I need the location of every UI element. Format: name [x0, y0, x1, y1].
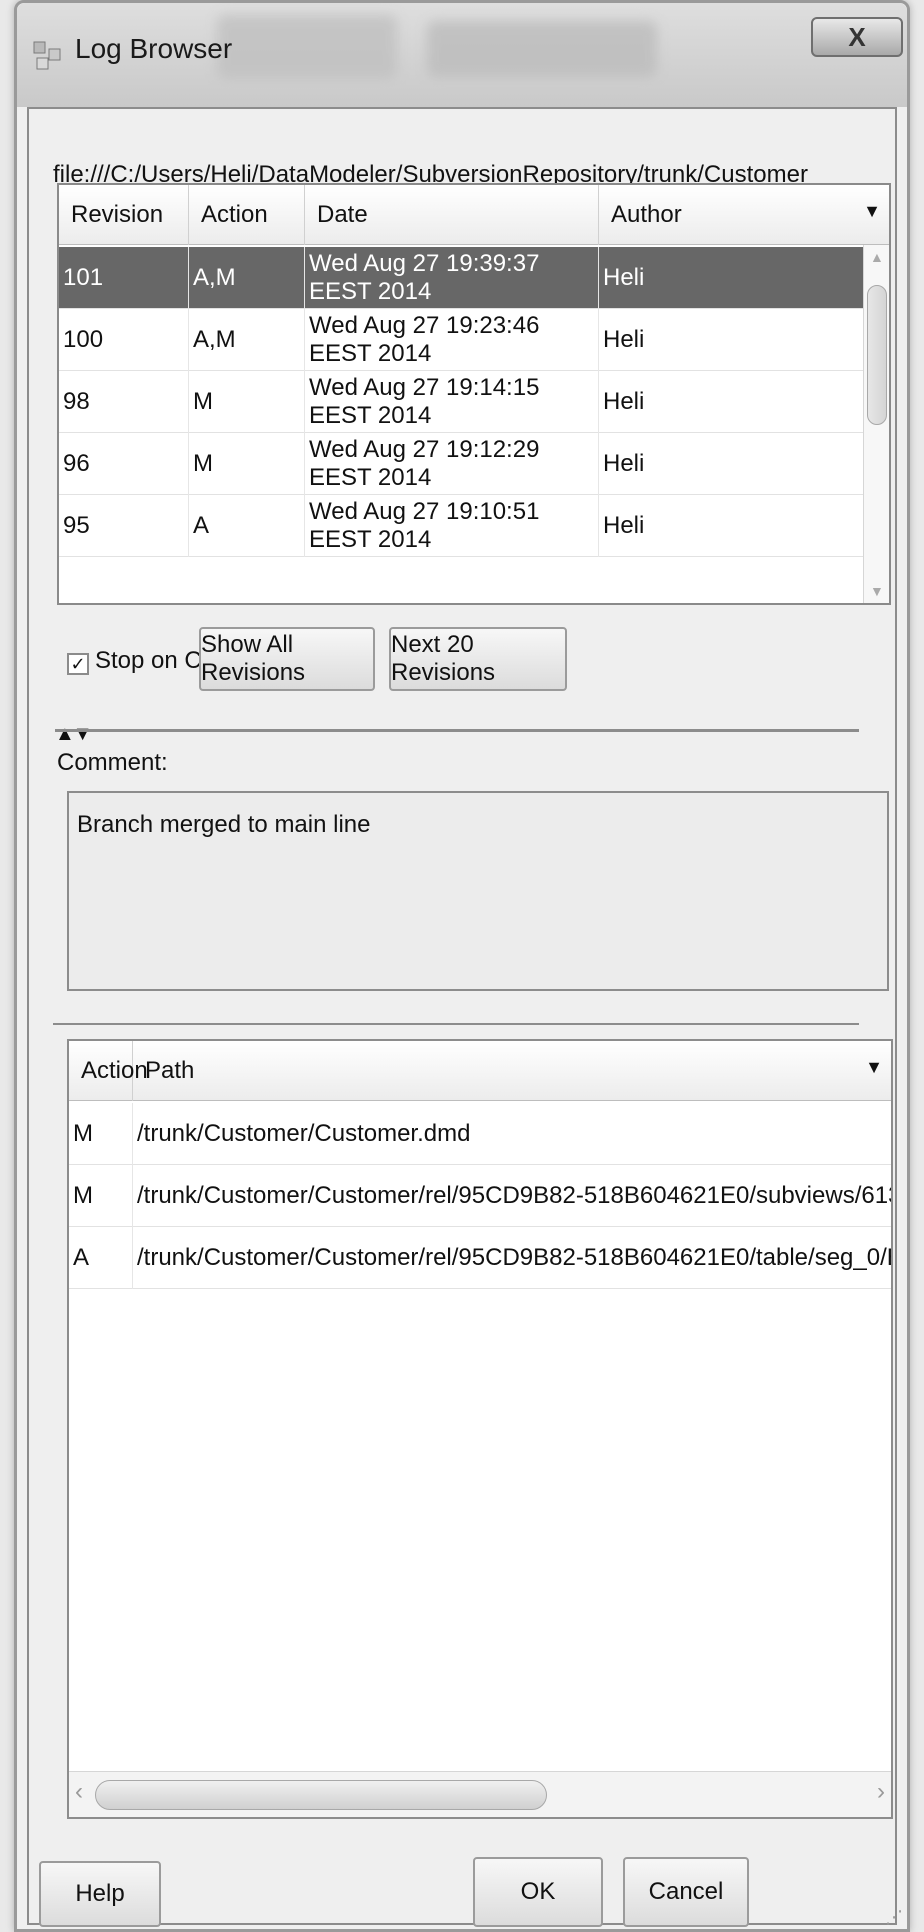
- revisions-table-header: Revision Action Date Author ▼: [59, 185, 889, 245]
- column-header-path[interactable]: Path: [133, 1041, 833, 1101]
- revision-number: 98: [59, 371, 189, 433]
- help-button[interactable]: Help: [39, 1861, 161, 1927]
- divider: [53, 1023, 859, 1025]
- scroll-thumb[interactable]: [95, 1780, 547, 1810]
- revision-number: 95: [59, 495, 189, 557]
- change-action: A: [69, 1227, 133, 1289]
- revision-action: M: [189, 371, 305, 433]
- revision-author: Heli: [603, 326, 645, 353]
- column-chooser-icon[interactable]: ▼: [863, 201, 881, 222]
- scroll-thumb[interactable]: [867, 285, 887, 425]
- column-header-author[interactable]: Author: [599, 185, 715, 245]
- column-header-revision[interactable]: Revision: [59, 185, 189, 245]
- revision-action: M: [189, 433, 305, 495]
- revision-date: Wed Aug 27 19:12:29 EEST 2014: [305, 433, 599, 495]
- stop-on-copy-checkbox[interactable]: ✓: [67, 653, 89, 675]
- revision-row[interactable]: 96 M Wed Aug 27 19:12:29 EEST 2014 Heli: [59, 433, 865, 495]
- revisions-vertical-scrollbar[interactable]: ▲ ▼: [863, 245, 889, 603]
- comment-textarea[interactable]: Branch merged to main line: [67, 791, 889, 991]
- splitter[interactable]: [55, 729, 859, 732]
- comment-text: Branch merged to main line: [77, 811, 371, 838]
- column-header-action[interactable]: Action: [69, 1041, 148, 1101]
- revision-author: Heli: [603, 450, 645, 477]
- background-blur: [217, 15, 397, 79]
- change-path: /trunk/Customer/Customer/rel/95CD9B82-51…: [137, 1182, 891, 1209]
- change-action: M: [69, 1165, 133, 1227]
- revision-action: A: [189, 495, 305, 557]
- revision-action: A,M: [189, 309, 305, 371]
- change-path: /trunk/Customer/Customer.dmd: [137, 1120, 471, 1147]
- changed-path-row[interactable]: A /trunk/Customer/Customer/rel/95CD9B82-…: [69, 1227, 893, 1289]
- scroll-right-icon[interactable]: ›: [877, 1778, 885, 1806]
- changes-horizontal-scrollbar[interactable]: ‹ ›: [69, 1771, 891, 1817]
- revision-date: Wed Aug 27 19:39:37 EEST 2014: [305, 247, 599, 309]
- next-20-revisions-button[interactable]: Next 20 Revisions: [389, 627, 567, 691]
- revision-number: 100: [59, 309, 189, 371]
- log-browser-dialog: Log Browser X file:///C:/Users/Heli/Data…: [14, 0, 910, 1932]
- revision-author: Heli: [603, 264, 645, 291]
- change-path: /trunk/Customer/Customer/rel/95CD9B82-51…: [137, 1244, 893, 1271]
- revision-row[interactable]: 95 A Wed Aug 27 19:10:51 EEST 2014 Heli: [59, 495, 865, 557]
- changed-path-row[interactable]: M /trunk/Customer/Customer/rel/95CD9B82-…: [69, 1165, 891, 1227]
- revision-action: A,M: [189, 247, 305, 309]
- change-action: M: [69, 1103, 133, 1165]
- revision-row[interactable]: 101 A,M Wed Aug 27 19:39:37 EEST 2014 He…: [59, 247, 865, 309]
- scroll-down-icon[interactable]: ▼: [870, 583, 884, 599]
- close-button[interactable]: X: [811, 17, 903, 57]
- column-header-date[interactable]: Date: [305, 185, 599, 245]
- background-blur: [427, 21, 657, 77]
- column-header-action[interactable]: Action: [189, 185, 305, 245]
- column-chooser-icon[interactable]: ▼: [865, 1057, 883, 1078]
- scroll-left-icon[interactable]: ‹: [75, 1778, 83, 1806]
- cancel-button[interactable]: Cancel: [623, 1857, 749, 1927]
- ok-button[interactable]: OK: [473, 1857, 603, 1927]
- changed-paths-table: Action Path ▼ M /trunk/Customer/Customer…: [67, 1039, 893, 1819]
- revision-row[interactable]: 100 A,M Wed Aug 27 19:23:46 EEST 2014 He…: [59, 309, 865, 371]
- comment-label: Comment:: [57, 749, 168, 776]
- splitter-arrows-icon[interactable]: ▲▼: [55, 723, 93, 746]
- revision-number: 96: [59, 433, 189, 495]
- revision-author: Heli: [603, 512, 645, 539]
- resize-grip-icon[interactable]: ⋰: [885, 1907, 905, 1927]
- changed-path-row[interactable]: M /trunk/Customer/Customer.dmd: [69, 1103, 891, 1165]
- revision-author: Heli: [603, 388, 645, 415]
- revision-date: Wed Aug 27 19:14:15 EEST 2014: [305, 371, 599, 433]
- scroll-up-icon[interactable]: ▲: [870, 249, 884, 265]
- revisions-table: Revision Action Date Author ▼ 101 A,M We…: [57, 183, 891, 605]
- revision-row[interactable]: 98 M Wed Aug 27 19:14:15 EEST 2014 Heli: [59, 371, 865, 433]
- window-title: Log Browser: [75, 33, 233, 64]
- app-icon: [33, 41, 61, 70]
- revision-number: 101: [59, 247, 189, 309]
- changed-paths-header: Action Path ▼: [69, 1041, 891, 1101]
- revision-date: Wed Aug 27 19:10:51 EEST 2014: [305, 495, 599, 557]
- revision-date: Wed Aug 27 19:23:46 EEST 2014: [305, 309, 599, 371]
- show-all-revisions-button[interactable]: Show All Revisions: [199, 627, 375, 691]
- title-bar[interactable]: Log Browser X: [17, 3, 907, 107]
